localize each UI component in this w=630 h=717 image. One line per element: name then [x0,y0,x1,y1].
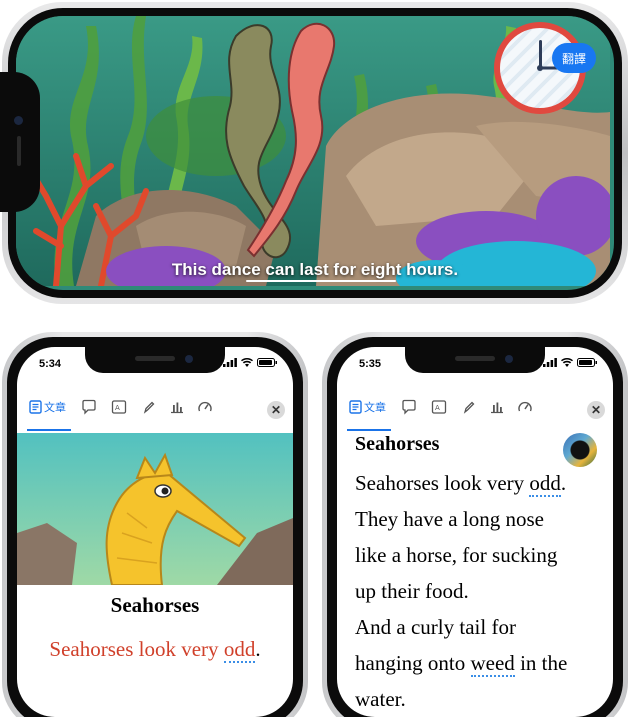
close-button[interactable]: ✕ [587,401,605,419]
speaker [17,136,21,166]
tab-active-indicator [347,429,391,431]
signal-icon [543,358,557,367]
tab-article[interactable]: 文章 [349,399,386,415]
line-4: up their food. [355,579,469,603]
bar-chart-icon[interactable] [169,399,185,415]
translate-box-icon[interactable]: A [111,399,127,415]
signal-icon [223,358,237,367]
landscape-notch [0,72,40,212]
wifi-icon [561,358,573,367]
left-notch [85,347,225,373]
clock-center [537,65,543,71]
tab-article-label: 文章 [364,402,386,414]
battery-icon [577,358,597,367]
highlighted-sentence: Seahorses look very odd. [17,637,293,663]
right-notch [405,347,545,373]
front-camera [14,116,23,125]
comment-icon[interactable] [81,399,97,415]
vocab-word-odd[interactable]: odd [529,471,561,497]
translate-box-icon[interactable]: A [431,399,447,415]
tab-active-indicator [27,429,71,431]
close-icon: ✕ [590,403,602,417]
clock-hour-hand [538,40,542,68]
status-icons [223,358,277,367]
close-button[interactable]: ✕ [267,401,285,419]
article-title: Seahorses [110,593,200,617]
status-time: 5:35 [359,358,382,370]
line-5: And a curly tail for [355,615,516,639]
vocab-word-weed[interactable]: weed [470,651,515,677]
speedometer-icon[interactable] [517,399,533,415]
translate-button[interactable]: 翻譯 [552,43,596,73]
article-icon [349,400,362,414]
line-3: like a horse, for sucking [355,543,558,567]
line-2: They have a long nose [355,507,544,531]
battery-icon [257,358,277,367]
comment-icon[interactable] [401,399,417,415]
landscape-bezel: 翻譯 This dance can last for eight hours. [8,8,622,298]
stage: 翻譯 This dance can last for eight hours. … [0,0,630,717]
sentence-text: Seahorses look very [49,637,224,661]
tab-article-label: 文章 [44,402,66,414]
wifi-icon [241,358,253,367]
subtitle-underline [246,280,396,282]
reader-toolbar: 文章 A ✕ [337,397,613,431]
line-1: Seahorses look very odd. [355,471,567,497]
right-phone: 5:35 文章 A ✕ Seahorses Seahorses look ver… [322,332,628,717]
front-camera [505,355,513,363]
reader-toolbar: 文章 A ✕ [17,397,293,431]
status-icons [543,358,597,367]
tab-article[interactable]: 文章 [29,399,66,415]
pen-icon[interactable] [141,399,157,415]
line-6: hanging onto weed in the [355,651,568,677]
video-screen[interactable]: 翻譯 This dance can last for eight hours. [16,16,614,290]
article-body: Seahorses look very odd. They have a lon… [355,465,605,717]
article-icon [29,400,42,414]
pen-icon[interactable] [461,399,477,415]
svg-text:A: A [435,404,440,412]
right-screen: 5:35 文章 A ✕ Seahorses Seahorses look ver… [337,347,613,717]
landscape-phone: 翻譯 This dance can last for eight hours. [0,2,628,304]
left-screen: 5:34 文章 A ✕ Seahorses Seahorses look ver… [17,347,293,717]
line-7: water. [355,687,406,711]
seahorse-illustration [17,433,293,585]
article-hero-image [17,433,293,585]
svg-text:A: A [115,404,120,412]
close-icon: ✕ [270,403,282,417]
left-bezel: 5:34 文章 A ✕ Seahorses Seahorses look ver… [7,337,303,717]
avatar[interactable] [563,433,597,467]
front-camera [185,355,193,363]
sentence-end: . [255,637,261,661]
bar-chart-icon[interactable] [489,399,505,415]
video-subtitle: This dance can last for eight hours. [171,260,459,279]
speaker [455,356,495,361]
status-time: 5:34 [39,358,62,370]
article-title: Seahorses [355,433,440,455]
speaker [135,356,175,361]
right-bezel: 5:35 文章 A ✕ Seahorses Seahorses look ver… [327,337,623,717]
speedometer-icon[interactable] [197,399,213,415]
left-phone: 5:34 文章 A ✕ Seahorses Seahorses look ver… [2,332,308,717]
vocab-word-odd[interactable]: odd [223,637,256,663]
